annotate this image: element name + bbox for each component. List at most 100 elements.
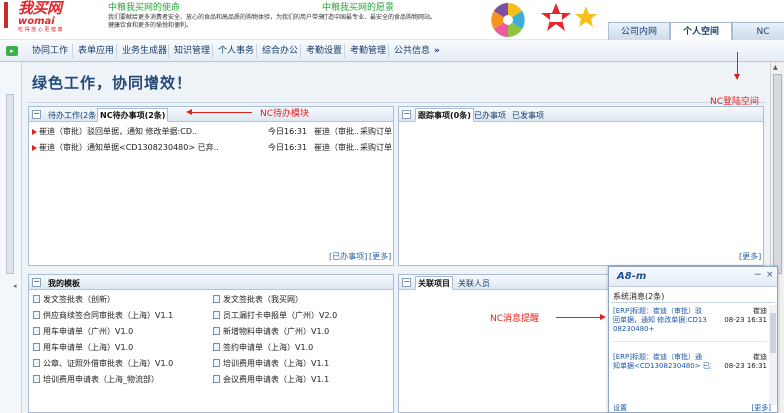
nav-collab-work[interactable]: 协同工作 [32,40,68,62]
partial-logo [0,2,14,32]
expand-arrow-icon[interactable]: ◂ [13,282,17,290]
todo-subject[interactable]: 崔迪（审批）通知单据<CD1308230480> 已弃.. [39,143,219,152]
womai-logo[interactable]: 我买网 womai 吃 得 放 心 更 健 康 [18,1,80,34]
message-text[interactable]: [ERP]标题：崔迪（审批）通 知单据<CD1308230480> 已弃 [613,353,711,371]
annotation-line [737,52,738,74]
tab-related-projects[interactable]: 关联项目 [415,276,453,290]
nav-attendance-management[interactable]: 考勤管理 [350,40,386,62]
mission-title: 中粮我买网的使命 [108,3,181,13]
message-sender: 崔迪 [753,307,767,315]
scroll-thumb[interactable] [773,74,782,274]
tab-nc-todo[interactable]: NC待办事项(2条) [97,108,169,122]
document-icon [213,375,220,383]
left-collapse-strip: ◂ [0,62,22,413]
message-text[interactable]: [ERP]标题：崔迪（审批）驳 回单据，通知 修改单据:CD13 0823048… [613,307,711,334]
tab-pending-work[interactable]: 待办工作(2条) [45,108,102,122]
todo-time: 今日16:31 [268,127,308,136]
table-row[interactable]: 崔迪（审批）驳回单据，通知 修改单据:CD.. 今日16:31 崔迪（审批.. … [32,125,392,139]
nav-personal-affairs[interactable]: 个人事务 [218,40,254,62]
annotation-arrowhead [734,74,740,80]
close-icon[interactable]: × [766,270,774,280]
nav-public-info[interactable]: 公共信息 [394,40,430,62]
todo-sender: 崔迪（审批.. [314,143,360,152]
vision-title: 中粮我买网的愿景 [322,3,395,13]
nav-divider [72,44,73,58]
tab-nc[interactable]: NC [732,22,784,40]
templates-panel-header: − 我的模板 [29,275,393,290]
main-nav: ▸ 协同工作 表单应用 业务生成器 知识管理 个人事务 综合办公 考勤设置 考勤… [0,40,784,62]
nav-more[interactable]: » [434,40,440,62]
tab-related-people[interactable]: 关联人员 [455,276,493,290]
todo-sender: 崔迪（审批.. [314,127,360,136]
table-row[interactable]: 崔迪（审批）通知单据<CD1308230480> 已弃.. 今日16:31 崔迪… [32,141,392,155]
collapse-icon[interactable]: − [402,278,411,287]
collapse-icon[interactable]: − [402,110,411,119]
template-item[interactable]: 发文签批表（创新） [33,293,115,306]
document-icon [213,359,220,367]
template-item[interactable]: 会议费用申请表（上海）V1.1 [213,373,329,386]
nav-divider [168,44,169,58]
nav-business-generator[interactable]: 业务生成器 [122,40,167,62]
top-banner: 我买网 womai 吃 得 放 心 更 健 康 中粮我买网的使命 我们要献给更多… [0,0,784,40]
settings-link[interactable]: 设置 [613,404,627,412]
pinwheel-decoration-icon [490,2,597,38]
annotation-arrowhead [600,314,606,320]
vision-block: 中粮我买网的愿景 打造中国最专业、最安全的食品购物网站。 [322,3,436,22]
done-items-link[interactable]: [已办事项] [329,251,367,262]
template-item[interactable]: 供应商续签合同审批表（上海）V1.1 [33,309,173,322]
document-icon [33,311,40,319]
annotation-nc-todo: NC待办模块 [260,109,310,119]
templates-title: 我的模板 [48,279,80,288]
tab-tracking[interactable]: 跟踪事项(0条) [415,108,474,122]
collapse-icon[interactable]: − [32,110,41,119]
template-item[interactable]: 发文签批表（我买网） [213,293,303,306]
home-icon[interactable]: ▸ [6,46,18,56]
nav-form-app[interactable]: 表单应用 [78,40,114,62]
collapse-icon[interactable]: − [32,278,41,287]
scroll-up-icon[interactable]: ▲ [773,64,778,71]
slogan-divider [28,102,766,103]
nav-divider [344,44,345,58]
template-item[interactable]: 签约申请单（上海）V1.0 [213,341,313,354]
tab-sent-items[interactable]: 已发事项 [509,108,547,122]
message-sender: 崔迪 [753,353,767,361]
track-panel: − 跟踪事项(0条) 已办事项 已发事项 [更多] [398,106,764,266]
template-item[interactable]: 培训费用申请表（上海）V1.1 [213,357,329,370]
tab-company-intranet[interactable]: 公司内网 [608,22,670,40]
template-item[interactable]: 用车申请单（广州）V1.0 [33,325,133,338]
template-item[interactable]: 培训费用申请表（上海_物流部） [33,373,159,386]
tab-personal-space[interactable]: 个人空间 [670,22,732,40]
popup-more-link[interactable]: [更多] [752,404,771,412]
flag-icon [32,128,37,135]
templates-panel: − 我的模板 发文签批表（创新） 供应商续签合同审批表（上海）V1.1 用车申请… [28,274,394,413]
a8m-logo: A8-m [617,271,647,282]
todo-subject[interactable]: 崔迪（审批）驳回单据，通知 修改单据:CD.. [39,127,197,136]
tab-done-items[interactable]: 已办事项 [471,108,509,122]
more-link[interactable]: [更多] [369,251,391,262]
document-icon [33,327,40,335]
document-icon [213,327,220,335]
message-item[interactable]: [ERP]标题：崔迪（审批）通 知单据<CD1308230480> 已弃 崔迪 … [613,353,767,381]
minimize-icon[interactable]: − [754,270,762,280]
popup-scroll-thumb[interactable] [770,313,776,353]
more-link[interactable]: [更多] [739,251,761,262]
message-popup: A8-m − × 系统消息(2条) [ERP]标题：崔迪（审批）驳 回单据，通知… [608,266,778,413]
annotation-line [192,112,252,113]
sidebar-handle[interactable] [6,94,14,274]
popup-scrollbar[interactable] [769,305,777,405]
message-item[interactable]: [ERP]标题：崔迪（审批）驳 回单据，通知 修改单据:CD13 0823048… [613,307,767,335]
template-item[interactable]: 公章、证照外借审批表（上海）V1.0 [33,357,173,370]
nav-divider [256,44,257,58]
annotation-line [556,317,600,318]
template-item[interactable]: 用车申请单（上海）V1.0 [33,341,133,354]
nav-divider [388,44,389,58]
template-item[interactable]: 新增物料申请表（广州）V1.0 [213,325,329,338]
nav-knowledge[interactable]: 知识管理 [174,40,210,62]
nav-attendance-settings[interactable]: 考勤设置 [306,40,342,62]
document-icon [33,343,40,351]
brand-sub: womai [18,16,55,27]
todo-time: 今日16:31 [268,143,308,152]
nav-office[interactable]: 综合办公 [262,40,298,62]
template-item[interactable]: 员工漏打卡申报单（广州）V2.0 [213,309,337,322]
document-icon [213,343,220,351]
